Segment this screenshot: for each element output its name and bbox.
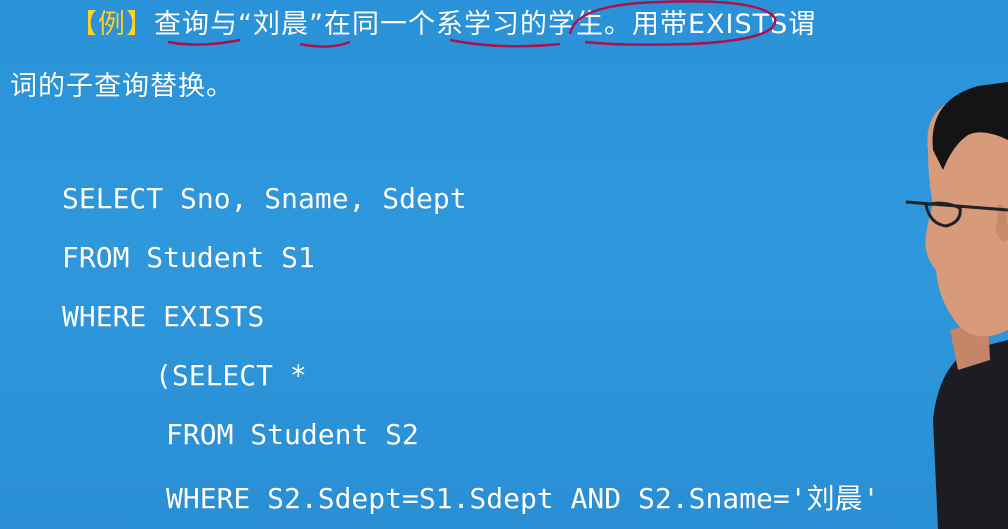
presenter-body — [933, 340, 1008, 529]
example-bracket: 【例】 — [70, 9, 154, 40]
code-line-subquery-select: (SELECT * — [155, 359, 307, 392]
code-line-subquery-where: WHERE S2.Sdept=S1.Sdept AND S2.Sname='刘晨… — [166, 482, 880, 515]
title-text: 查询与“刘晨”在同一个系学习的学生。用带EXISTS谓 — [154, 9, 817, 40]
underline-liuchen — [299, 40, 351, 48]
slide-title: 【例】查询与“刘晨”在同一个系学习的学生。用带EXISTS谓 — [70, 2, 816, 41]
code-line-from: FROM Student S1 — [62, 241, 315, 274]
code-line-subquery-from: FROM Student S2 — [166, 418, 419, 451]
slide-title-continuation: 词的子查询替换。 — [10, 71, 234, 102]
presenter-figure — [905, 82, 1008, 529]
slide-stage: 【例】查询与“刘晨”在同一个系学习的学生。用带EXISTS谓 词的子查询替换。 … — [0, 0, 1008, 529]
code-line-select: SELECT Sno, Sname, Sdept — [62, 182, 467, 215]
code-line-where-exists: WHERE EXISTS — [62, 300, 265, 333]
